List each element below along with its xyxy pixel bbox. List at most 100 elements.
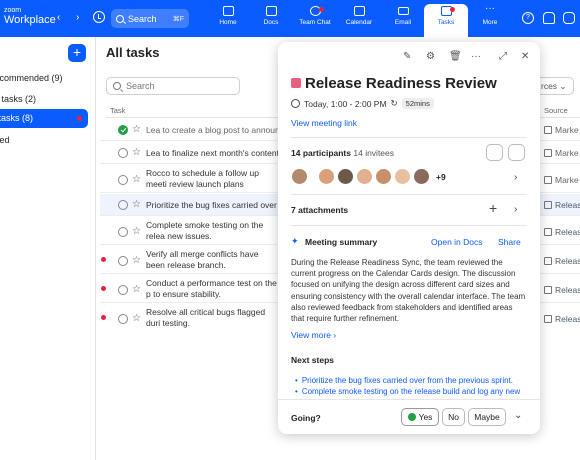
- notification-bell-icon[interactable]: [543, 12, 555, 24]
- sidebar-item-label: My tasks (2): [0, 94, 37, 104]
- calendar-icon: [544, 149, 552, 157]
- more-participants-count: +9: [436, 171, 446, 182]
- participant-avatars[interactable]: +9: [291, 168, 446, 185]
- email-participants-button[interactable]: [508, 144, 525, 161]
- global-search-button[interactable]: Search ⌘F: [111, 9, 189, 28]
- rsvp-no-button[interactable]: No: [442, 408, 465, 426]
- nav-docs-label: Docs: [263, 19, 279, 26]
- nav-tasks[interactable]: Tasks: [424, 4, 468, 37]
- nav-docs[interactable]: Docs: [249, 4, 293, 36]
- task-checkbox[interactable]: [118, 256, 128, 266]
- search-icon: [113, 82, 121, 90]
- chevron-right-icon[interactable]: ›: [514, 172, 517, 183]
- history-icon[interactable]: [93, 11, 105, 23]
- sparkle-icon: ✦: [291, 236, 299, 246]
- page-title: All tasks: [106, 45, 160, 60]
- sidebar-item-my-tasks[interactable]: My tasks (2): [0, 90, 88, 109]
- help-icon[interactable]: ?: [522, 12, 534, 24]
- forward-icon[interactable]: ›: [76, 12, 79, 23]
- calendar-icon: [544, 286, 552, 294]
- duration-badge: 52mins: [401, 98, 434, 109]
- view-meeting-link[interactable]: View meeting link: [291, 118, 357, 128]
- star-icon[interactable]: ☆: [132, 284, 141, 295]
- task-checkbox[interactable]: [118, 148, 128, 158]
- email-icon: [397, 7, 409, 15]
- recurring-icon: ↻: [390, 98, 398, 108]
- task-search-input[interactable]: Search: [106, 77, 240, 95]
- chevron-right-icon[interactable]: ›: [514, 204, 517, 215]
- summary-text: During the Release Readiness Sync, the t…: [291, 258, 526, 324]
- star-icon[interactable]: ☆: [132, 174, 141, 185]
- divider: [291, 194, 527, 195]
- task-source: Releas: [544, 256, 580, 266]
- avatar: [394, 168, 411, 185]
- task-source: Releas: [544, 285, 580, 295]
- task-checkbox[interactable]: [118, 285, 128, 295]
- task-title: Complete smoke testing on the relea new …: [146, 220, 264, 241]
- sidebar-item-label: Completed: [0, 135, 10, 145]
- star-icon[interactable]: ☆: [132, 199, 141, 210]
- nav-team-chat[interactable]: Team Chat: [293, 4, 337, 36]
- task-title: Rocco to schedule a follow up meeti revi…: [146, 168, 259, 189]
- task-checkbox[interactable]: [118, 175, 128, 185]
- meeting-time: Today, 1:00 - 2:00 PM: [304, 98, 387, 109]
- view-more-link[interactable]: View more ›: [291, 330, 336, 340]
- rsvp-maybe-button[interactable]: Maybe: [468, 408, 506, 426]
- gear-icon[interactable]: ⚙: [426, 51, 435, 62]
- nav-calendar[interactable]: Calendar: [337, 4, 381, 36]
- sidebar-unread-dot: [77, 116, 82, 121]
- list-item[interactable]: Prioritize the bug fixes carried over fr…: [295, 375, 531, 386]
- star-icon[interactable]: ☆: [132, 313, 141, 324]
- star-icon[interactable]: ☆: [132, 226, 141, 237]
- next-steps-list: Prioritize the bug fixes carried over fr…: [295, 375, 531, 397]
- task-checkbox[interactable]: [118, 314, 128, 324]
- close-icon[interactable]: ✕: [521, 51, 529, 62]
- task-checkbox[interactable]: [118, 200, 128, 210]
- search-shortcut: ⌘F: [172, 15, 184, 23]
- trash-icon[interactable]: 🗑: [449, 51, 462, 62]
- more-options-icon[interactable]: ···: [471, 51, 481, 62]
- back-icon[interactable]: ‹: [57, 12, 60, 23]
- nav-team-chat-label: Team Chat: [299, 19, 331, 26]
- task-title: Verify all merge conflicts have been rel…: [146, 249, 259, 270]
- task-complete-checkbox[interactable]: [118, 125, 128, 135]
- rsvp-yes-button[interactable]: Yes: [401, 408, 439, 426]
- chevron-down-icon[interactable]: ⌄: [514, 410, 522, 421]
- profile-icon[interactable]: [563, 12, 575, 24]
- search-icon: [116, 14, 124, 23]
- rsvp-footer: Going? Yes No Maybe ⌄: [278, 399, 540, 434]
- sidebar-item-all-tasks[interactable]: All tasks (8): [0, 109, 88, 128]
- avatar: [291, 168, 308, 185]
- avatar: [318, 168, 335, 185]
- calendar-icon: [544, 228, 552, 236]
- star-icon[interactable]: ☆: [132, 124, 141, 135]
- nav-home[interactable]: Home: [206, 4, 250, 36]
- sidebar-item-recommended[interactable]: Recommended (9): [0, 69, 88, 88]
- sidebar-item-completed[interactable]: Completed: [0, 131, 88, 150]
- column-header-task: Task: [110, 106, 126, 115]
- task-source: Marke: [544, 125, 579, 135]
- task-checkbox[interactable]: [118, 227, 128, 237]
- task-source-label: Releas: [555, 227, 580, 237]
- share-link[interactable]: Share: [498, 237, 521, 247]
- clock-icon: [291, 99, 300, 108]
- edit-icon[interactable]: ✎: [403, 51, 411, 62]
- expand-icon[interactable]: ⤢: [499, 51, 507, 62]
- task-title: Lea to create a blog post to announc: [146, 125, 278, 135]
- calendar-icon: [544, 176, 552, 184]
- chat-notification-dot: [319, 7, 324, 12]
- list-item[interactable]: Complete smoke testing on the release bu…: [295, 386, 531, 397]
- top-bar: zoom Workplace ‹ › Search ⌘F Home Docs T…: [0, 0, 580, 37]
- copy-button[interactable]: [486, 144, 503, 161]
- open-in-docs-link[interactable]: Open in Docs: [431, 237, 483, 247]
- task-source: Marke: [544, 175, 579, 185]
- add-attachment-icon[interactable]: +: [489, 200, 497, 216]
- star-icon[interactable]: ☆: [132, 147, 141, 158]
- new-task-button[interactable]: +: [68, 44, 86, 62]
- nav-tasks-label: Tasks: [437, 19, 455, 26]
- nav-more[interactable]: ··· More: [468, 4, 512, 36]
- nav-email[interactable]: Email: [381, 4, 425, 36]
- nav-calendar-label: Calendar: [345, 19, 373, 26]
- invitees-count: 14 invitees: [353, 148, 395, 158]
- star-icon[interactable]: ☆: [132, 255, 141, 266]
